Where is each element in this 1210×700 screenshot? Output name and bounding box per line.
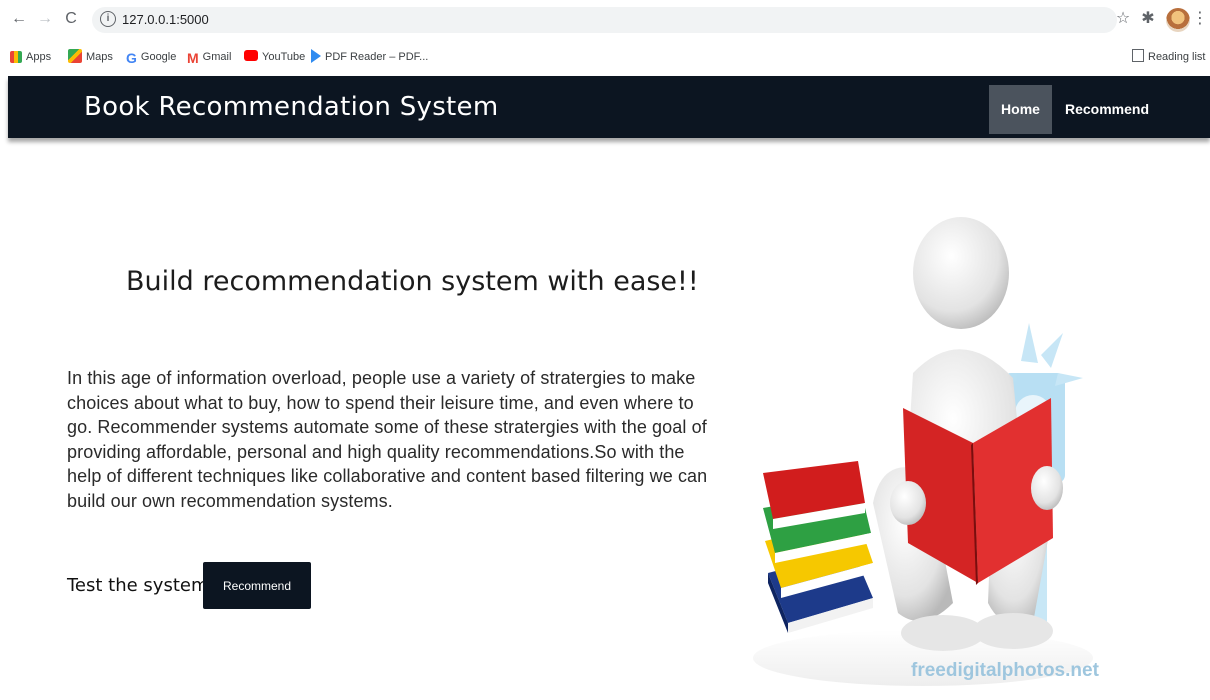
pdf-reader-icon [311, 49, 321, 63]
test-system-label: Test the system [67, 575, 209, 596]
reload-icon[interactable]: C [62, 10, 80, 28]
site-info-icon[interactable]: i [100, 11, 116, 27]
bookmark-google[interactable]: G Google [126, 49, 176, 65]
maps-icon [68, 49, 82, 63]
reading-list-button[interactable]: Reading list [1132, 49, 1205, 65]
youtube-icon [244, 50, 258, 61]
menu-kebab-icon[interactable]: ⋮ [1190, 9, 1210, 29]
hero-heading: Build recommendation system with ease!! [126, 266, 699, 297]
bookmark-apps[interactable]: Apps [10, 49, 51, 65]
bookmark-star-icon[interactable]: ☆ [1113, 9, 1133, 29]
url-text: 127.0.0.1:5000 [122, 12, 209, 27]
back-arrow-icon[interactable]: ← [10, 10, 28, 28]
apps-grid-icon [10, 51, 22, 63]
site-navbar: Book Recommendation System Home Recommen… [8, 76, 1210, 138]
bookmark-gmail[interactable]: M Gmail [187, 49, 231, 65]
browser-toolbar: ← → C i 127.0.0.1:5000 ☆ ✱ ⋮ [0, 0, 1210, 40]
address-bar[interactable]: i 127.0.0.1:5000 [92, 7, 1117, 33]
bookmark-pdf-reader[interactable]: PDF Reader – PDF... [311, 49, 428, 65]
reading-list-icon [1132, 49, 1144, 62]
hero-illustration: freedigitalphotos.net [733, 203, 1110, 695]
nav-recommend-link[interactable]: Recommend [1065, 85, 1149, 134]
image-watermark: freedigitalphotos.net [911, 660, 1100, 681]
forward-arrow-icon[interactable]: → [36, 10, 54, 28]
bookmarks-bar: Apps Maps G Google M Gmail YouTube PDF Rea… [0, 44, 1210, 112]
recommend-button[interactable]: Recommend [203, 562, 311, 609]
profile-avatar[interactable] [1166, 8, 1190, 32]
bookmark-youtube[interactable]: YouTube [244, 49, 305, 65]
nav-home-link[interactable]: Home [989, 85, 1052, 134]
google-icon: G [126, 50, 137, 66]
site-brand[interactable]: Book Recommendation System [84, 92, 498, 122]
hero-description: In this age of information overload, peo… [67, 368, 708, 511]
extensions-puzzle-icon[interactable]: ✱ [1138, 9, 1158, 29]
book-stack [763, 461, 873, 633]
reading-figure-illustration: freedigitalphotos.net [753, 217, 1100, 686]
bookmark-maps[interactable]: Maps [68, 49, 113, 65]
gmail-icon: M [187, 50, 199, 66]
